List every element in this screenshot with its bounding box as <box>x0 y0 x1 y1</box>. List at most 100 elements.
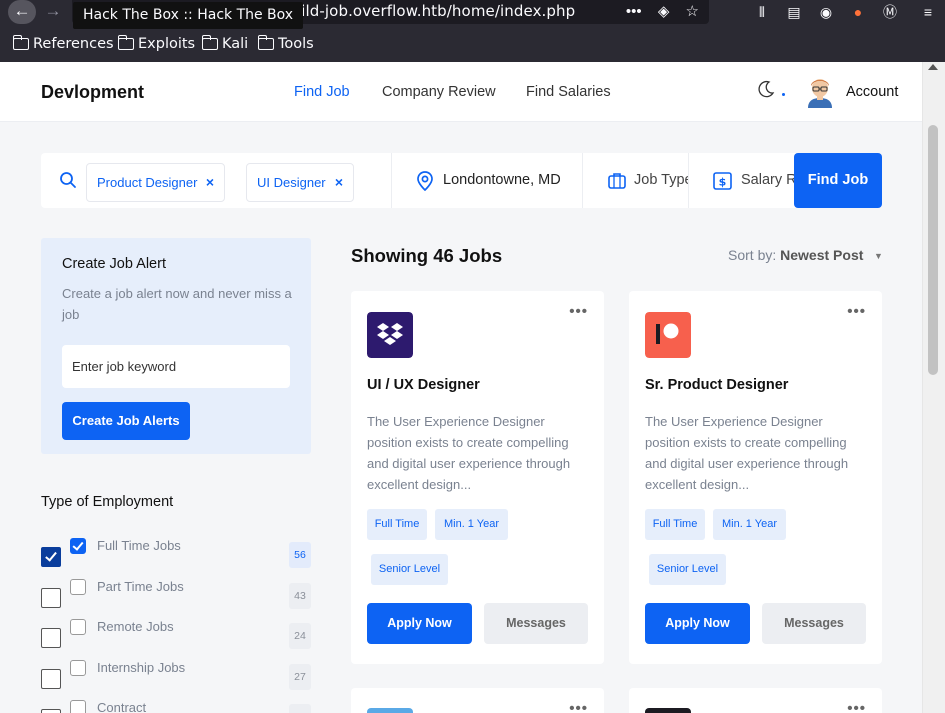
chevron-down-icon[interactable]: ▼ <box>874 251 883 261</box>
bookmark-exploits[interactable]: Exploits <box>117 35 195 52</box>
bookmark-star-icon[interactable]: ☆ <box>686 3 699 20</box>
job-tag: Full Time <box>645 509 705 540</box>
forward-icon[interactable]: → <box>40 0 66 24</box>
nav-find-salaries[interactable]: Find Salaries <box>526 84 611 100</box>
scroll-thumb[interactable] <box>928 125 938 375</box>
job-description: The User Experience Designer position ex… <box>367 414 571 492</box>
account-link[interactable]: Account <box>846 84 898 100</box>
account-icon[interactable]: ◉ <box>816 2 836 22</box>
checkbox[interactable] <box>70 660 86 676</box>
nav-company-review[interactable]: Company Review <box>382 84 496 100</box>
more-options-icon[interactable]: ••• <box>847 303 866 320</box>
job-tag: Senior Level <box>371 554 448 585</box>
sort-value: Newest Post <box>780 247 864 263</box>
salary-range-dropdown[interactable]: Salary Range <box>741 172 795 188</box>
apply-now-button[interactable]: Apply Now <box>645 603 750 644</box>
filter-label: Full Time Jobs <box>97 538 181 553</box>
checkbox-outer[interactable] <box>41 628 61 648</box>
search-icon <box>60 172 76 188</box>
checkbox-outer[interactable] <box>41 547 61 567</box>
apply-now-button[interactable]: Apply Now <box>367 603 472 644</box>
brand-logo[interactable]: Devlopment <box>41 82 144 103</box>
checkbox[interactable] <box>70 579 86 595</box>
filter-label: Part Time Jobs <box>97 579 184 594</box>
bookmark-kali[interactable]: Kali <box>201 35 249 52</box>
checkbox-outer[interactable] <box>41 588 61 608</box>
extension-m-icon[interactable]: Ⓜ <box>880 2 900 22</box>
browser-toolbar: ← → build-job.overflow.htb/home/index.ph… <box>0 0 945 31</box>
filter-label: Contract <box>97 700 147 713</box>
job-card: ••• <box>629 688 882 713</box>
filter-part-time[interactable]: Part Time Jobs 43 <box>41 579 311 609</box>
sort-label: Sort by: <box>728 247 777 263</box>
job-title[interactable]: Sr. Product Designer <box>645 377 788 393</box>
checkbox[interactable] <box>70 700 86 713</box>
filter-contract[interactable]: Contract 76 <box>41 700 311 713</box>
filter-internship[interactable]: Internship Jobs 27 <box>41 660 311 690</box>
job-tag: Full Time <box>367 509 427 540</box>
extension-fox-icon[interactable]: ● <box>848 2 868 22</box>
job-keyword-input[interactable] <box>62 345 290 388</box>
checkbox[interactable] <box>70 538 86 554</box>
location-field[interactable]: Londontowne, MD <box>443 172 561 188</box>
back-icon[interactable]: ← <box>8 0 36 24</box>
job-type-dropdown[interactable]: Job Type <box>634 172 689 188</box>
salary-icon: $ <box>713 172 732 190</box>
checkbox-outer[interactable] <box>41 709 61 713</box>
bookmark-label: Kali <box>222 36 249 52</box>
url-actions: ••• ◈ ☆ <box>614 2 699 20</box>
more-options-icon[interactable]: ••• <box>847 700 866 713</box>
checkbox-outer[interactable] <box>41 669 61 689</box>
menu-icon[interactable]: ≡ <box>918 2 938 22</box>
messages-button[interactable]: Messages <box>762 603 866 644</box>
search-tag-ui-designer: UI Designer × <box>246 163 354 202</box>
url-text[interactable]: build-job.overflow.htb/home/index.php <box>282 2 575 20</box>
job-tag: Min. 1 Year <box>713 509 786 540</box>
filter-count: 27 <box>289 664 311 690</box>
pocket-icon[interactable]: ◈ <box>658 3 670 20</box>
filter-count: 56 <box>289 542 311 568</box>
messages-button[interactable]: Messages <box>484 603 588 644</box>
create-job-alerts-button[interactable]: Create Job Alerts <box>62 402 190 440</box>
bookmark-label: References <box>33 36 114 52</box>
patreon-logo-icon <box>645 312 691 358</box>
page-actions-icon[interactable]: ••• <box>626 3 642 20</box>
sidebar-icon[interactable]: ▤ <box>784 2 804 22</box>
job-title[interactable]: UI / UX Designer <box>367 377 480 393</box>
filter-full-time[interactable]: Full Time Jobs 56 <box>41 538 311 568</box>
dropbox-logo-icon <box>367 312 413 358</box>
find-job-button[interactable]: Find Job <box>794 153 882 208</box>
job-alert-panel: Create Job Alert Create a job alert now … <box>41 238 311 454</box>
page-scrollbar[interactable] <box>922 62 945 713</box>
moon-icon[interactable] <box>757 80 775 98</box>
job-tag: Senior Level <box>649 554 726 585</box>
filter-count: 76 <box>289 704 311 713</box>
check-icon <box>45 549 57 562</box>
more-options-icon[interactable]: ••• <box>569 700 588 713</box>
location-pin-icon <box>417 171 433 191</box>
tag-label: UI Designer <box>257 175 326 190</box>
scroll-up-icon[interactable] <box>928 64 938 70</box>
job-card: ••• Sr. Product Designer The User Experi… <box>629 291 882 664</box>
more-options-icon[interactable]: ••• <box>569 303 588 320</box>
bookmark-label: Tools <box>278 36 314 52</box>
bookmark-tools[interactable]: Tools <box>257 35 314 52</box>
bookmark-references[interactable]: References <box>12 35 114 52</box>
job-alert-description: Create a job alert now and never miss a … <box>62 286 292 322</box>
checkbox[interactable] <box>70 619 86 635</box>
sort-dropdown[interactable]: Sort by: Newest Post <box>728 247 863 263</box>
filter-label: Remote Jobs <box>97 619 174 634</box>
nav-find-job[interactable]: Find Job <box>294 84 350 100</box>
remove-tag-icon[interactable]: × <box>206 164 214 201</box>
job-search-bar: Product Designer × UI Designer × Londont… <box>41 153 882 208</box>
check-icon <box>72 539 84 551</box>
company-logo-icon <box>367 708 413 713</box>
bookmarks-bar: References Exploits Kali Tools <box>0 34 945 58</box>
job-card: ••• <box>351 688 604 713</box>
tag-label: Product Designer <box>97 175 198 190</box>
library-icon[interactable]: ⫴ <box>752 2 772 22</box>
filter-remote[interactable]: Remote Jobs 24 <box>41 619 311 649</box>
job-alert-title: Create Job Alert <box>62 256 166 272</box>
avatar[interactable] <box>806 76 834 108</box>
remove-tag-icon[interactable]: × <box>335 164 343 201</box>
